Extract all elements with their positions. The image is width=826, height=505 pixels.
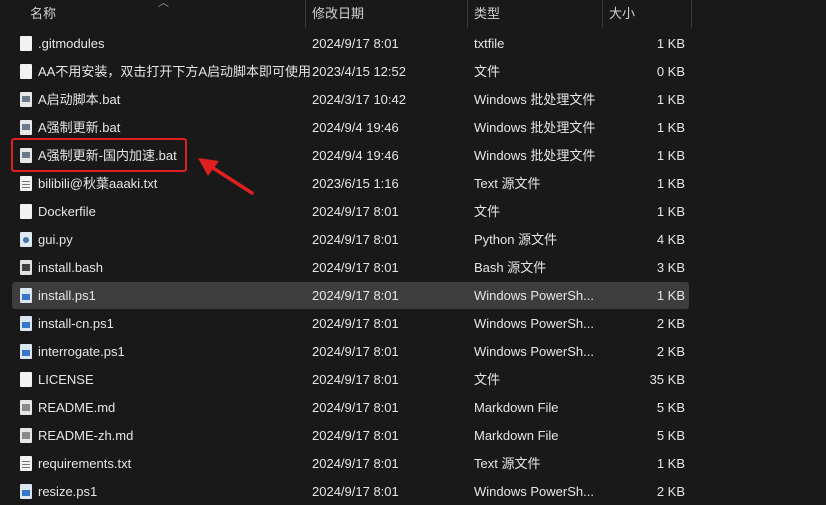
annotation-arrow-icon [198,158,254,195]
